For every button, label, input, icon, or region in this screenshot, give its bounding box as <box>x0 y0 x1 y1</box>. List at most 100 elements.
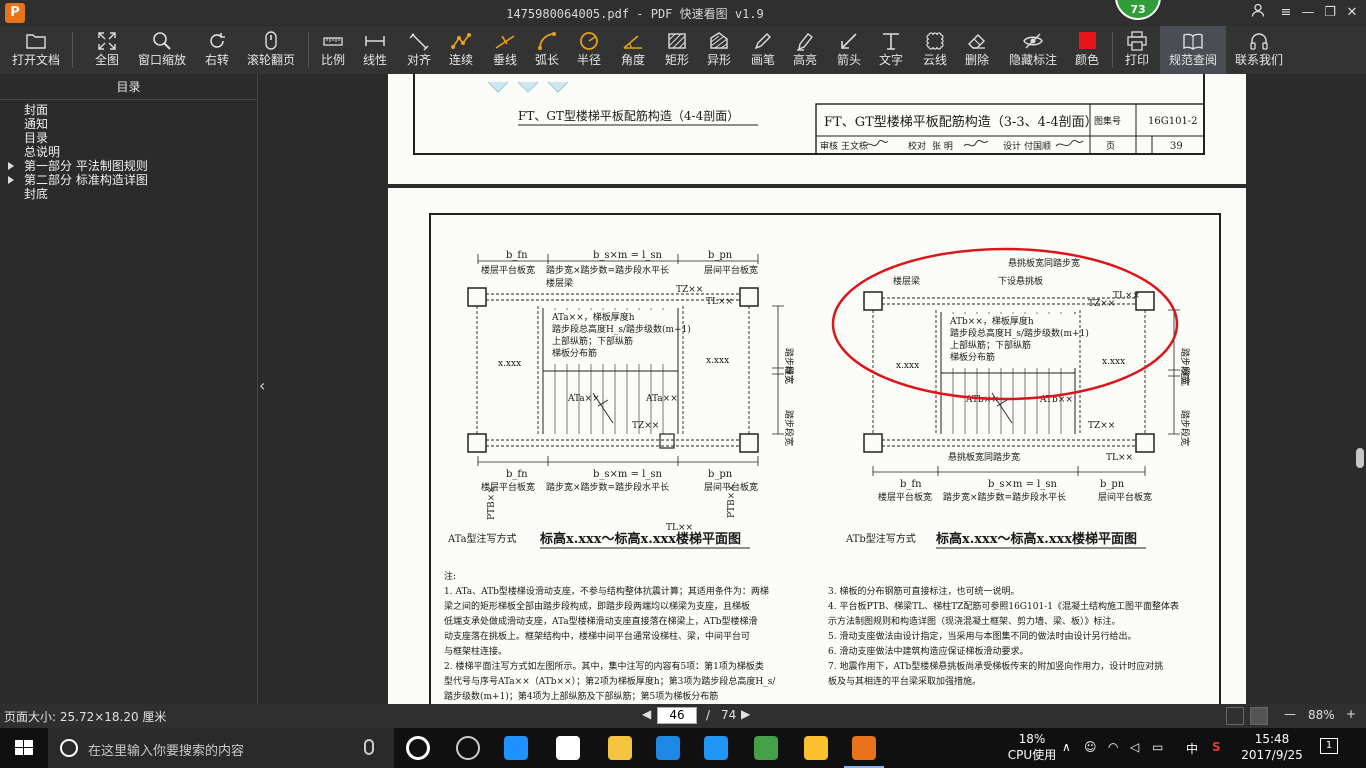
expand-caret-icon[interactable] <box>8 176 14 184</box>
outline-item-notice[interactable]: 通知 <box>0 117 257 131</box>
svg-text:悬挑板宽同踏步宽: 悬挑板宽同踏步宽 <box>948 451 1020 463</box>
tool-perpendicular[interactable]: 垂线 <box>490 26 520 74</box>
people-icon[interactable]: ☺ <box>1084 740 1097 754</box>
menu-icon[interactable]: ≡ <box>1276 3 1296 23</box>
svg-text:踏步段宽: 踏步段宽 <box>1179 410 1191 446</box>
tool-color[interactable]: 颜色 <box>1072 26 1102 74</box>
tool-window-zoom[interactable]: 窗口缩放 <box>136 26 188 74</box>
zoom-in-button[interactable]: + <box>1346 707 1356 721</box>
pdf-viewer-taskbar-button[interactable] <box>840 728 888 768</box>
tool-open-document[interactable]: 打开文档 <box>8 26 64 74</box>
notes-app-taskbar-button[interactable] <box>792 728 840 768</box>
tool-cloud-line[interactable]: 云线 <box>920 26 950 74</box>
taskbar: 在这里输入你要搜索的内容 18% CPU使用 ∧ ☺ ◠ ◁ ▭ 中 S 15:… <box>0 728 1366 768</box>
outline-item-back-cover[interactable]: 封底 <box>0 187 257 201</box>
browser-g-taskbar-button[interactable] <box>644 728 692 768</box>
tool-contact-us[interactable]: 联系我们 <box>1232 26 1286 74</box>
tool-radius[interactable]: 半径 <box>574 26 604 74</box>
user-icon[interactable] <box>1248 3 1268 23</box>
svg-text:ATa××，梯板厚度h: ATa××，梯板厚度h <box>551 311 635 323</box>
svg-text:楼层平台板宽: 楼层平台板宽 <box>878 491 932 503</box>
swirl-app-taskbar-button[interactable] <box>444 728 492 768</box>
tool-text[interactable]: 文字 <box>876 26 906 74</box>
right-caption: 标高x.xxx～标高x.xxx楼梯平面图 <box>935 531 1137 547</box>
taskbar-search[interactable]: 在这里输入你要搜索的内容 <box>48 728 394 768</box>
svg-text:踏步段总高度H_s/踏步级数(m+1): 踏步段总高度H_s/踏步级数(m+1) <box>552 323 691 335</box>
tool-align[interactable]: 对齐 <box>404 26 434 74</box>
svg-text:层间平台板宽: 层间平台板宽 <box>704 264 758 276</box>
book-icon <box>1160 26 1226 52</box>
tray-expand-icon[interactable]: ∧ <box>1062 740 1071 754</box>
notes-right: 3. 梯板的分布钢筋可直接标注，也可统一说明。 4. 平台板PTB、梯梁TL、梯… <box>828 587 1179 687</box>
file-explorer-taskbar-button[interactable] <box>596 728 644 768</box>
tool-delete[interactable]: 删除 <box>962 26 992 74</box>
eraser-icon <box>962 26 992 52</box>
svg-text:b_pn: b_pn <box>708 469 733 480</box>
single-page-view-icon[interactable] <box>1226 707 1244 725</box>
svg-text:梯板分布筋: 梯板分布筋 <box>950 351 995 363</box>
volume-icon[interactable]: ◁ <box>1130 740 1139 754</box>
vertical-scrollbar[interactable] <box>1354 74 1366 704</box>
document-view[interactable]: FT、GT型楼梯平板配筋构造（4-4剖面） FT、GT型楼梯平板配筋构造（3-3… <box>268 74 1354 704</box>
outline-item-cover[interactable]: 封面 <box>0 103 257 117</box>
cpu-meter[interactable]: 18% CPU使用 <box>1004 731 1060 763</box>
scrollbar-thumb[interactable] <box>1356 448 1364 468</box>
rotate-icon <box>202 26 232 52</box>
zoom-out-button[interactable]: — <box>1284 707 1296 721</box>
svg-text:楼层平台板宽: 楼层平台板宽 <box>481 264 535 276</box>
prev-page-button[interactable]: ◀ <box>642 707 651 721</box>
outline-item-general[interactable]: 总说明 <box>0 145 257 159</box>
search-placeholder: 在这里输入你要搜索的内容 <box>88 744 245 759</box>
svg-text:x.xxx: x.xxx <box>896 361 919 371</box>
tool-pen[interactable]: 画笔 <box>748 26 778 74</box>
continuous-view-icon[interactable] <box>1250 707 1268 725</box>
system-clock[interactable]: 15:48 2017/9/25 <box>1236 731 1308 763</box>
notification-center-icon[interactable]: 1 <box>1320 738 1338 754</box>
start-button[interactable] <box>0 728 48 768</box>
svg-text:审核: 审核 <box>820 140 838 152</box>
panel-collapse-handle[interactable]: ‹ <box>258 74 268 704</box>
outline-item-contents[interactable]: 目录 <box>0 131 257 145</box>
svg-text:ATb××，梯板厚度h: ATb××，梯板厚度h <box>949 315 1034 327</box>
tool-full-view[interactable]: 全图 <box>90 26 124 74</box>
maximize-icon[interactable]: ❐ <box>1320 3 1340 23</box>
next-page-button[interactable]: ▶ <box>741 707 750 721</box>
expand-caret-icon[interactable] <box>8 162 14 170</box>
tool-rotate-right[interactable]: 右转 <box>202 26 232 74</box>
tool-angle[interactable]: 角度 <box>618 26 648 74</box>
task-view-taskbar-button[interactable] <box>394 728 442 768</box>
minimize-icon[interactable]: — <box>1298 3 1318 23</box>
svg-text:张 明: 张 明 <box>932 141 953 152</box>
outline-item-part2[interactable]: 第二部分 标准构造详图 <box>0 173 257 187</box>
tool-continuous[interactable]: 连续 <box>446 26 476 74</box>
edge-taskbar-button[interactable] <box>492 728 540 768</box>
svg-text:王文栋: 王文栋 <box>841 140 868 152</box>
tool-arrow[interactable]: 箭头 <box>834 26 864 74</box>
store-taskbar-button[interactable] <box>544 728 592 768</box>
tool-highlight[interactable]: 高亮 <box>790 26 820 74</box>
microphone-icon[interactable] <box>364 739 374 755</box>
wifi-icon[interactable]: ◠ <box>1108 740 1118 754</box>
ime-indicator[interactable]: 中 <box>1186 740 1198 757</box>
tool-rectangle[interactable]: 矩形 <box>662 26 692 74</box>
tool-linear[interactable]: 线性 <box>360 26 390 74</box>
keyboard-icon[interactable]: ▭ <box>1152 740 1163 754</box>
tool-polygon[interactable]: 异形 <box>704 26 734 74</box>
tool-hide-annotations[interactable]: 隐藏标注 <box>1006 26 1060 74</box>
close-icon[interactable]: ✕ <box>1342 3 1362 23</box>
sogou-ime-icon[interactable]: S <box>1212 740 1221 754</box>
network-app-icon <box>704 736 728 760</box>
outline-header: 目录 <box>0 74 257 100</box>
page-number-input[interactable]: 46 <box>657 707 697 724</box>
outline-item-part1[interactable]: 第一部分 平法制图规则 <box>0 159 257 173</box>
tool-arc-length[interactable]: 弧长 <box>532 26 562 74</box>
network-app-taskbar-button[interactable] <box>692 728 740 768</box>
tool-print[interactable]: 打印 <box>1122 26 1152 74</box>
refresh-app-taskbar-button[interactable] <box>742 728 790 768</box>
tool-scroll-page[interactable]: 滚轮翻页 <box>244 26 298 74</box>
tool-spec-lookup[interactable]: 规范查阅 <box>1160 26 1226 74</box>
window-title: 1475980064005.pdf - PDF 快速看图 v1.9 <box>506 7 764 21</box>
page-size-label: 页面大小: 25.72×18.20 厘米 <box>4 710 167 724</box>
browser-g-icon <box>656 736 680 760</box>
tool-scale[interactable]: 比例 <box>318 26 348 74</box>
